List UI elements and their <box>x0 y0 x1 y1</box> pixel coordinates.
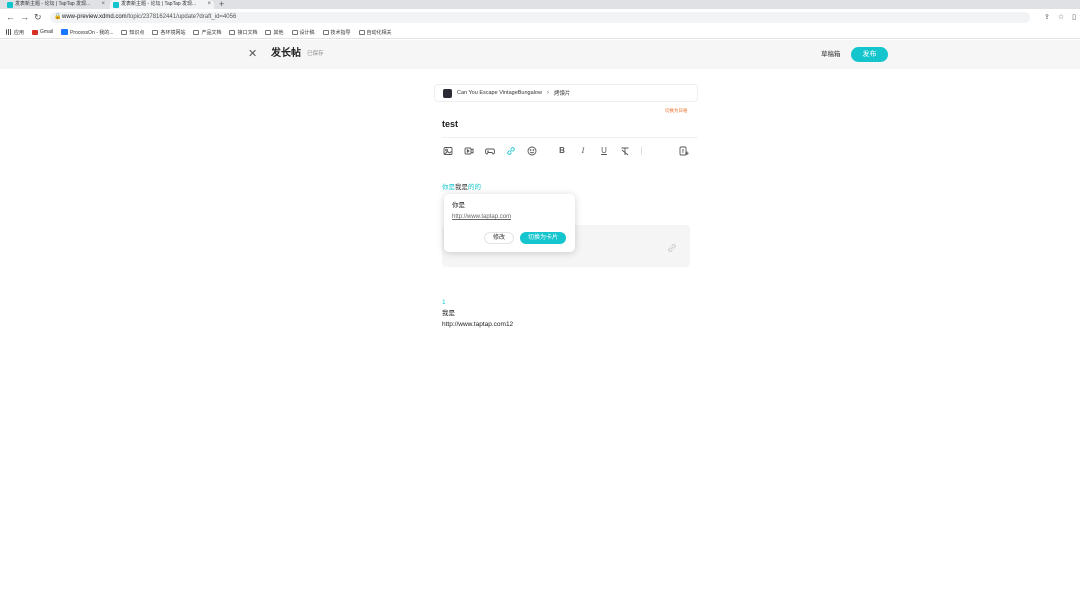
drafts-button[interactable]: 草稿箱 <box>821 50 841 59</box>
bookmark-folder[interactable]: 接口文档 <box>229 29 257 36</box>
emoji-icon[interactable] <box>526 145 538 157</box>
taptap-favicon-icon <box>113 1 119 8</box>
body-line-3[interactable]: http://www.taptap.com12 <box>442 321 513 329</box>
image-icon[interactable] <box>442 145 454 157</box>
bold-icon[interactable]: B <box>556 145 568 157</box>
bookmark-folder[interactable]: 产品文档 <box>193 29 221 36</box>
bookmark-apps[interactable]: 应用 <box>6 29 24 36</box>
game-selector[interactable]: Can You Escape VintageBungalow › 烤馍片 <box>434 84 698 102</box>
page-title: 发长帖 <box>271 48 301 59</box>
linked-text[interactable]: 你是 <box>442 184 455 191</box>
saved-status: 已保存 <box>307 51 324 57</box>
italic-icon[interactable]: I <box>577 145 589 157</box>
url-host: www-preview.xdmd.com <box>62 14 127 20</box>
sidebar-toggle-icon[interactable]: ▯ <box>1072 12 1076 23</box>
link-popover: 你是 http://www.taptap.com 修改 切换为卡片 <box>444 194 575 252</box>
tab-label: 发表新主题 - 论坛 | TapTap 发现... <box>121 1 197 7</box>
clear-format-icon[interactable] <box>619 145 631 157</box>
new-tab-button[interactable]: + <box>219 0 224 9</box>
bookmark-folder[interactable]: 其他 <box>265 29 284 36</box>
page-root: 发表新主题 - 论坛 | TapTap 发现... × 发表新主题 - 论坛 |… <box>0 0 1080 615</box>
editor-toolbar: B I U <box>442 145 692 157</box>
bookmark-folder[interactable]: 知识点 <box>121 29 144 36</box>
folder-icon <box>322 29 329 35</box>
tab-label: 发表新主题 - 论坛 | TapTap 发现... <box>15 1 91 7</box>
game-name: Can You Escape VintageBungalow <box>457 90 542 96</box>
game-thumbnail <box>443 88 452 98</box>
convert-to-card-button[interactable]: 切换为卡片 <box>520 232 566 244</box>
lock-icon: 🔒 <box>54 14 62 20</box>
popover-link-url[interactable]: http://www.taptap.com <box>452 213 511 221</box>
url-field[interactable]: 🔒 www-preview.xdmd.com/topic/2378162441/… <box>50 12 1030 23</box>
browser-tab-2[interactable]: 发表新主题 - 论坛 | TapTap 发现... × <box>110 0 214 9</box>
back-arrow-icon[interactable]: ← <box>6 12 15 23</box>
bookmark-folder[interactable]: 设计稿 <box>291 29 315 36</box>
processon-icon <box>61 29 69 35</box>
gmail-icon <box>32 29 39 35</box>
close-tab-icon[interactable]: × <box>101 0 105 9</box>
folder-icon <box>193 29 200 35</box>
bookmark-folder[interactable]: 各环境网站 <box>152 29 185 36</box>
edit-link-button[interactable]: 修改 <box>484 232 514 244</box>
underline-icon[interactable]: U <box>598 145 610 157</box>
bookmark-folder[interactable]: 技术指导 <box>322 29 351 36</box>
chevron-right-icon: › <box>546 90 549 96</box>
video-icon[interactable] <box>463 145 475 157</box>
apps-grid-icon <box>6 29 12 35</box>
linked-text-line[interactable]: 你是我是的的 <box>442 184 481 192</box>
folder-icon <box>229 29 236 35</box>
bookmarks-bar: 应用 Gmail ProcessOn - 我的... 知识点 各环境网站 产品文… <box>0 26 1080 39</box>
toolbar-divider <box>641 147 642 155</box>
url-path: /topic/2378162441/update?draft_id=4056 <box>126 14 237 20</box>
gamepad-icon[interactable] <box>484 145 496 157</box>
taptap-favicon-icon <box>7 1 13 8</box>
reload-icon[interactable]: ↻ <box>34 12 42 23</box>
bookmark-folder[interactable]: 自动化相关 <box>358 29 392 36</box>
forward-arrow-icon[interactable]: → <box>20 12 29 23</box>
folder-icon <box>265 29 272 35</box>
folder-icon <box>121 29 128 35</box>
editor-header: ✕ 发长帖 已保存 草稿箱 发布 <box>0 40 1080 69</box>
folder-icon <box>152 29 159 35</box>
folder-icon <box>358 29 365 35</box>
folder-icon <box>291 29 298 35</box>
insert-card-icon[interactable] <box>678 145 690 157</box>
switch-mode-link[interactable]: 切换为日格 <box>665 108 688 114</box>
bookmark-star-icon[interactable]: ☆ <box>1058 12 1064 23</box>
link-icon[interactable] <box>505 145 517 157</box>
browser-actions: ⇪ ☆ ▯ <box>1044 12 1076 23</box>
bookmark-processon[interactable]: ProcessOn - 我的... <box>61 29 113 36</box>
close-tab-icon[interactable]: × <box>207 0 211 9</box>
share-icon[interactable]: ⇪ <box>1044 12 1050 23</box>
post-title-input[interactable]: test <box>442 119 458 130</box>
popover-link-title: 你是 <box>452 202 465 209</box>
body-line-1[interactable]: 1 <box>442 299 446 307</box>
publish-button[interactable]: 发布 <box>851 47 888 62</box>
close-editor-icon[interactable]: ✕ <box>248 48 257 60</box>
body-line-2[interactable]: 我是 <box>442 310 455 318</box>
browser-address-bar: ← → ↻ 🔒 www-preview.xdmd.com/topic/23781… <box>0 9 1080 26</box>
link-card-link-icon <box>667 240 677 258</box>
linked-text[interactable]: 的的 <box>468 184 481 191</box>
plain-text: 我是 <box>455 184 468 191</box>
title-divider <box>442 137 698 138</box>
game-section: 烤馍片 <box>553 91 571 97</box>
browser-tab-bar: 发表新主题 - 论坛 | TapTap 发现... × 发表新主题 - 论坛 |… <box>0 0 1080 9</box>
browser-tab-1[interactable]: 发表新主题 - 论坛 | TapTap 发现... × <box>4 0 108 9</box>
bookmark-gmail[interactable]: Gmail <box>32 29 53 35</box>
